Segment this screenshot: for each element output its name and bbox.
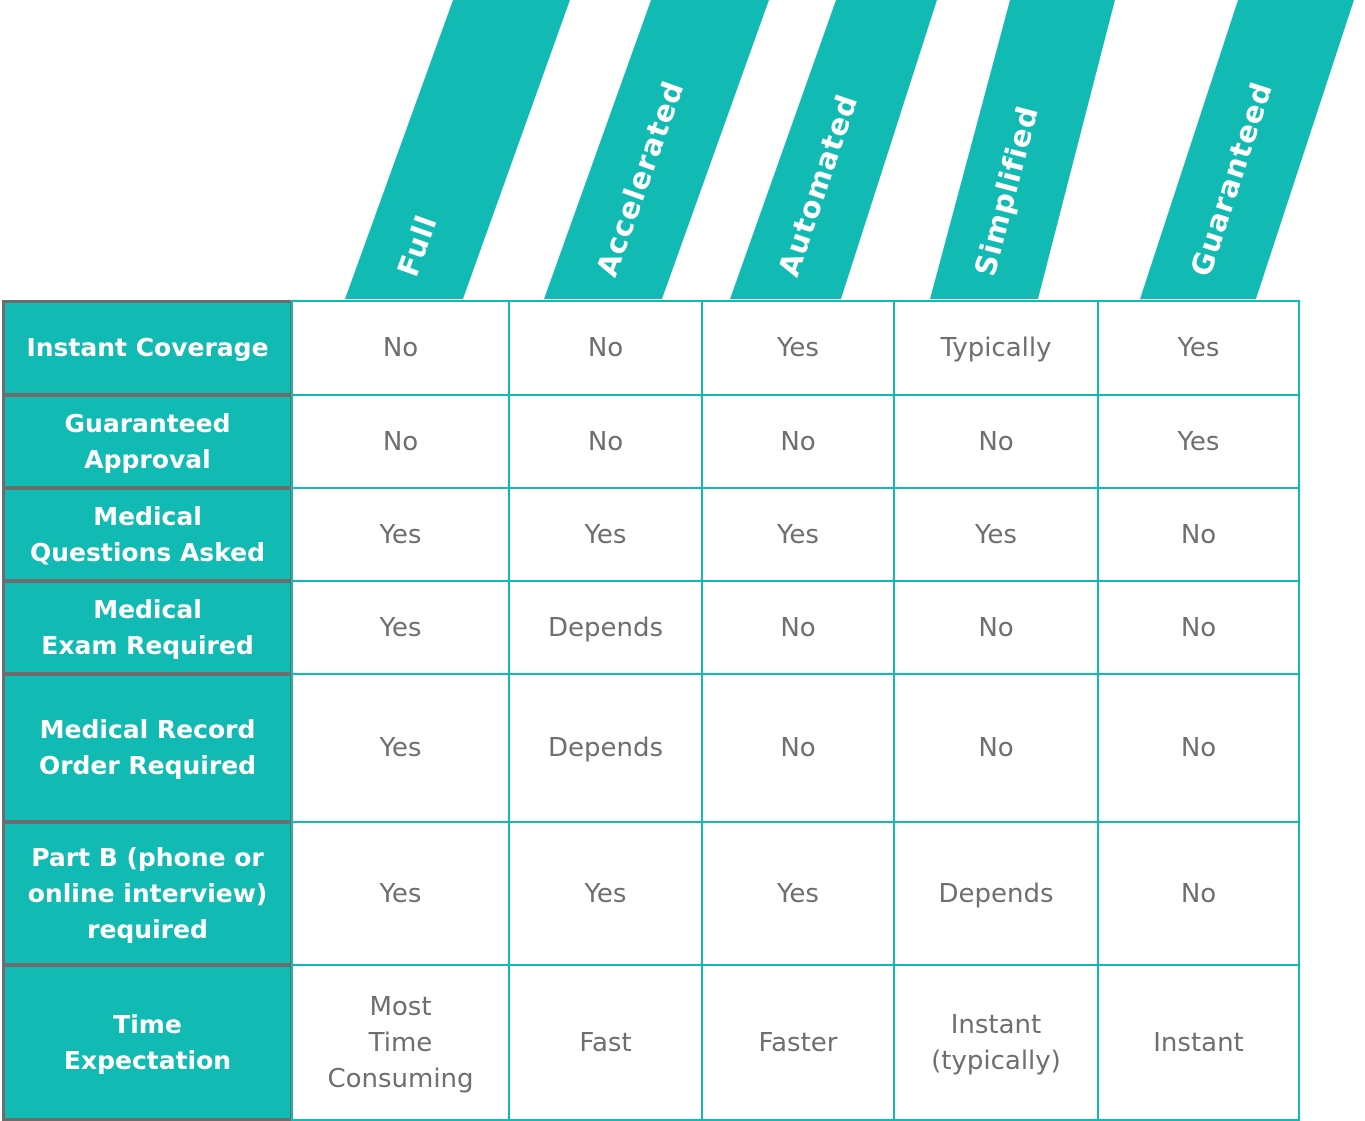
table-cell-accelerated: Depends [508, 580, 703, 675]
cell-value: Yes [1177, 333, 1220, 363]
table-cell-automated: Yes [701, 821, 895, 966]
cell-value: Depends [547, 612, 664, 643]
cell-value: No [1180, 733, 1217, 763]
table-cell-simplified: Yes [893, 487, 1099, 582]
cell-value: No [1180, 878, 1217, 909]
table-cell-automated: Faster [701, 964, 895, 1121]
cell-value: No [978, 733, 1014, 763]
cell-value: Depends [547, 733, 664, 763]
cell-value: No [382, 426, 419, 457]
cell-value: Yes [584, 878, 627, 909]
table-cell-simplified: Typically [893, 300, 1099, 396]
table-cell-simplified: Depends [893, 821, 1099, 966]
cell-value: Yes [379, 519, 422, 550]
row-label-text: Part B (phone or online interview) requi… [27, 842, 268, 944]
table-cell-simplified: Instant (typically) [893, 964, 1099, 1121]
table-cell-full: No [291, 394, 510, 489]
cell-value: Instant (typically) [931, 1009, 1061, 1076]
row-label-text: Guaranteed Approval [64, 408, 231, 474]
table-cell-full: Yes [291, 673, 510, 823]
cell-value: Yes [777, 333, 819, 363]
table-cell-automated: No [701, 673, 895, 823]
row-label-text: Time Expectation [63, 1009, 232, 1075]
table-cell-guaranteed: Yes [1097, 300, 1300, 396]
row-label: Medical Questions Asked [2, 487, 293, 582]
cell-value: No [1180, 519, 1217, 550]
table-cell-full: No [291, 300, 510, 396]
row-label-text: Medical Questions Asked [30, 501, 265, 567]
cell-value: No [780, 733, 816, 763]
cell-value: No [587, 333, 624, 363]
row-label-text: Medical Exam Required [41, 594, 254, 660]
row-label: Part B (phone or online interview) requi… [2, 821, 293, 966]
table-cell-guaranteed: No [1097, 821, 1300, 966]
cell-value: Faster [758, 1027, 838, 1058]
table-cell-full: Yes [291, 821, 510, 966]
table-cell-simplified: No [893, 580, 1099, 675]
cell-value: Typically [940, 333, 1052, 363]
row-label: Medical Record Order Required [2, 673, 293, 823]
row-label-text: Medical Record Order Required [38, 715, 257, 780]
cell-value: Fast [579, 1027, 632, 1058]
cell-value: Depends [938, 878, 1054, 909]
cell-value: No [382, 333, 419, 363]
cell-value: Most Time Consuming [327, 991, 474, 1094]
table-cell-automated: No [701, 394, 895, 489]
cell-value: Instant [1153, 1027, 1244, 1058]
table-cell-accelerated: Yes [508, 821, 703, 966]
row-label: Instant Coverage [2, 300, 293, 396]
cell-value: Yes [584, 519, 627, 550]
table-cell-automated: No [701, 580, 895, 675]
cell-value: Yes [777, 519, 819, 550]
cell-value: Yes [975, 519, 1017, 550]
table-cell-automated: Yes [701, 300, 895, 396]
cell-value: No [978, 426, 1014, 457]
row-label-text: Instant Coverage [26, 333, 269, 362]
cell-value: No [780, 612, 816, 643]
cell-value: Yes [777, 878, 819, 909]
cell-value: No [1180, 612, 1217, 643]
table-cell-guaranteed: No [1097, 580, 1300, 675]
table-cell-accelerated: Depends [508, 673, 703, 823]
row-label: Guaranteed Approval [2, 394, 293, 489]
cell-value: No [978, 612, 1014, 643]
table-cell-guaranteed: No [1097, 487, 1300, 582]
table-cell-guaranteed: No [1097, 673, 1300, 823]
table-cell-automated: Yes [701, 487, 895, 582]
cell-value: Yes [379, 612, 422, 643]
cell-value: No [587, 426, 624, 457]
comparison-table: Instant Coverage No No Yes Typically Yes Guara… [0, 0, 1365, 1121]
table-cell-full: Most Time Consuming [291, 964, 510, 1121]
table-cell-accelerated: No [508, 300, 703, 396]
row-label: Time Expectation [2, 964, 293, 1121]
cell-value: No [780, 426, 816, 457]
cell-value: Yes [379, 878, 422, 909]
row-label: Medical Exam Required [2, 580, 293, 675]
cell-value: Yes [379, 733, 422, 763]
cell-value: Yes [1177, 426, 1220, 457]
table-cell-accelerated: Fast [508, 964, 703, 1121]
table-cell-guaranteed: Instant [1097, 964, 1300, 1121]
table-cell-full: Yes [291, 580, 510, 675]
table-cell-full: Yes [291, 487, 510, 582]
table-cell-guaranteed: Yes [1097, 394, 1300, 489]
table-cell-accelerated: Yes [508, 487, 703, 582]
table-cell-simplified: No [893, 394, 1099, 489]
table-cell-accelerated: No [508, 394, 703, 489]
table-cell-simplified: No [893, 673, 1099, 823]
